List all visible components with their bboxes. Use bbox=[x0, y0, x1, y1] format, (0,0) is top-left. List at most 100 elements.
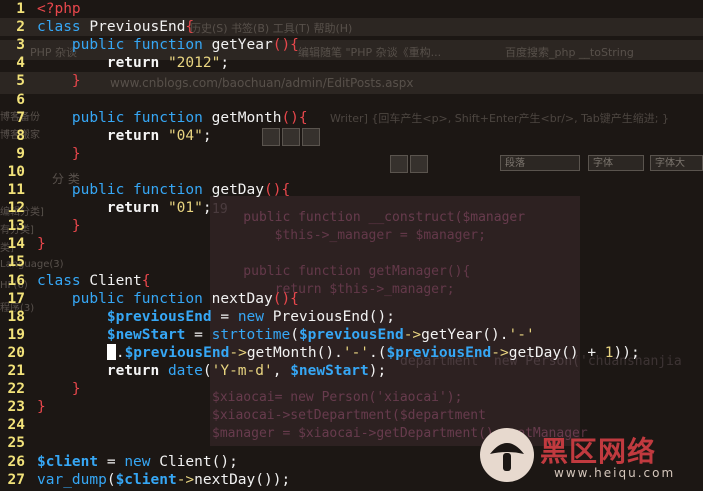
code-token: nextDay()); bbox=[194, 471, 291, 488]
code-token: PreviousEnd bbox=[89, 19, 186, 36]
line-number: 9 bbox=[16, 145, 25, 162]
code-token: getDay() + bbox=[508, 344, 605, 361]
code-token: $client bbox=[37, 453, 99, 470]
code-token: $previousEnd bbox=[106, 308, 212, 325]
watermark-title: 黑区网络 bbox=[540, 435, 657, 468]
code-token: nextDay bbox=[211, 290, 273, 307]
code-token: function bbox=[133, 109, 212, 126]
ghost-code-line: 19 bbox=[212, 202, 228, 217]
code-text: .$previousEnd->getMonth().'-'.($previous… bbox=[37, 343, 640, 362]
line-number: 8 bbox=[16, 127, 25, 144]
code-text: public function getMonth(){ bbox=[37, 109, 308, 127]
code-text: return date('Y-m-d', $newStart); bbox=[37, 362, 386, 380]
code-token: $previousEnd bbox=[386, 344, 492, 361]
code-text: } bbox=[37, 235, 46, 253]
code-token: public bbox=[71, 109, 134, 126]
code-token: '-' bbox=[342, 344, 370, 361]
code-token: , bbox=[272, 363, 291, 379]
ghost-menu-text: 历史(S) 书签(B) 工具(T) 帮助(H) bbox=[190, 22, 353, 35]
code-token: '-' bbox=[508, 326, 535, 343]
code-token: $previousEnd bbox=[298, 326, 404, 343]
line-number: 16 bbox=[7, 272, 25, 289]
code-token: (){ bbox=[281, 109, 308, 126]
line-number: 6 bbox=[16, 91, 25, 108]
line-number: 18 bbox=[7, 308, 25, 325]
line-number: 23 bbox=[7, 399, 25, 416]
ghost-code-line: $xiaocai->setDepartment($department bbox=[212, 408, 486, 423]
code-token: $client bbox=[115, 471, 177, 488]
code-token: getYear bbox=[211, 37, 273, 54]
watermark-subtitle: www.heiqu.com bbox=[554, 466, 676, 480]
code-text: var_dump($client->nextDay()); bbox=[37, 471, 290, 489]
code-text: <?php bbox=[37, 0, 81, 18]
code-token: -> bbox=[403, 326, 422, 343]
code-token: new bbox=[237, 308, 273, 325]
code-token: ( bbox=[106, 471, 116, 488]
watermark: 黑区网络 www.heiqu.com bbox=[480, 428, 690, 486]
ghost-italic-icon bbox=[282, 128, 300, 146]
code-token: "01" bbox=[167, 200, 203, 217]
code-token: class bbox=[37, 19, 90, 36]
code-token: (){ bbox=[264, 182, 291, 198]
background-window: 历史(S) 书签(B) 工具(T) 帮助(H) PHP 杂谈 编辑随笔 "PHP… bbox=[0, 0, 703, 491]
code-text: public function nextDay(){ bbox=[37, 290, 299, 308]
code-token: ( bbox=[290, 326, 299, 343]
code-token: 1 bbox=[604, 344, 614, 361]
mushroom-logo-icon bbox=[480, 428, 534, 482]
line-number: 14 bbox=[7, 236, 25, 253]
code-token: ; bbox=[220, 55, 230, 72]
line-number: 21 bbox=[7, 363, 25, 379]
code-token: = bbox=[211, 308, 238, 325]
code-token: class bbox=[37, 272, 90, 289]
line-number: 27 bbox=[7, 471, 25, 488]
code-token: $newStart bbox=[106, 326, 186, 343]
code-text: } bbox=[37, 217, 81, 235]
code-token: getYear(). bbox=[421, 326, 509, 343]
code-text: return "2012"; bbox=[37, 54, 229, 72]
line-number: 15 bbox=[7, 254, 25, 271]
ghost-url: www.cnblogs.com/baochuan/admin/EditPosts… bbox=[110, 76, 414, 90]
code-token: public bbox=[71, 37, 134, 54]
code-token: "2012" bbox=[167, 55, 221, 72]
code-text: return "01"; bbox=[37, 199, 212, 217]
code-token: ); bbox=[368, 363, 387, 379]
code-token: $previousEnd bbox=[124, 344, 230, 361]
code-text: $client = new Client(); bbox=[37, 453, 238, 471]
ghost-tab-3: 百度搜索_php __toString bbox=[505, 46, 634, 59]
code-token: { bbox=[185, 19, 195, 36]
ghost-font-select: 字体 bbox=[588, 155, 644, 171]
ghost-underline-icon bbox=[302, 128, 320, 146]
code-token: getMonth(). bbox=[246, 344, 343, 361]
code-text: class Client{ bbox=[37, 272, 151, 290]
code-token: ( bbox=[202, 363, 212, 379]
code-token: } bbox=[71, 145, 81, 162]
code-token: return bbox=[106, 363, 168, 379]
line-number: 7 bbox=[16, 109, 25, 126]
ghost-code-line: public function __construct($manager bbox=[212, 210, 526, 225]
text-cursor bbox=[106, 343, 116, 360]
line-number: 2 bbox=[16, 19, 25, 36]
code-token: var_dump bbox=[37, 471, 107, 488]
code-token: return bbox=[106, 127, 168, 144]
ghost-align-icon bbox=[390, 155, 408, 173]
line-number: 10 bbox=[7, 163, 25, 180]
code-text: } bbox=[37, 145, 81, 163]
code-token: getDay bbox=[211, 182, 264, 198]
code-token: { bbox=[141, 272, 151, 289]
code-token: <?php bbox=[37, 1, 81, 17]
line-number: 24 bbox=[7, 417, 25, 434]
code-token: ; bbox=[202, 200, 212, 217]
ghost-code-line: public function getManager(){ bbox=[212, 264, 471, 279]
code-token: Client bbox=[89, 272, 142, 289]
